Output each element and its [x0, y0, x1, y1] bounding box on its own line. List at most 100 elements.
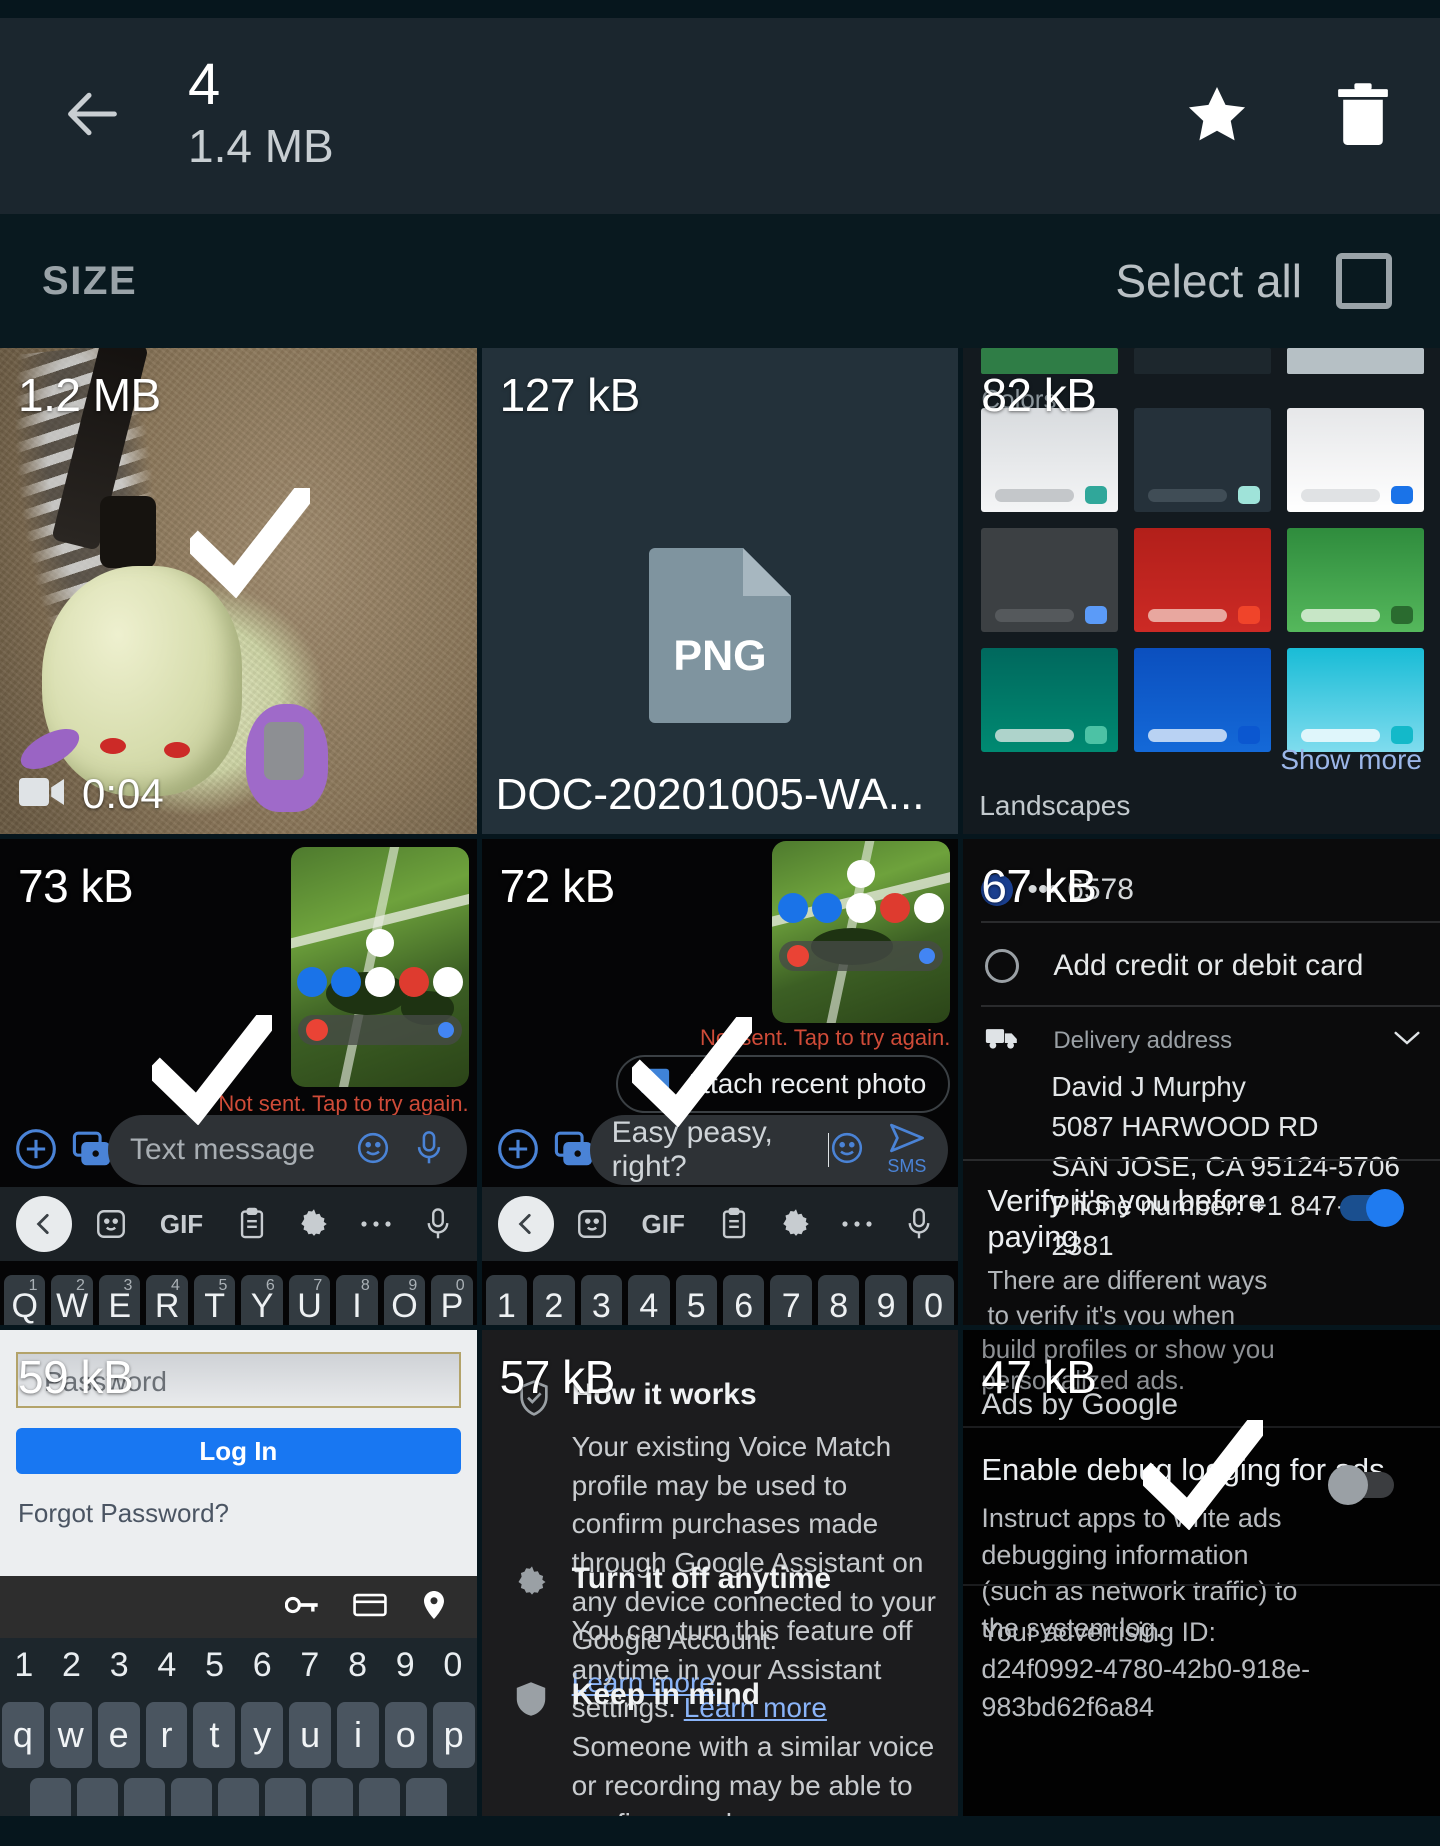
- key[interactable]: 9O: [383, 1275, 426, 1325]
- send-button[interactable]: SMS: [887, 1123, 926, 1177]
- advertising-id-value[interactable]: d24f0992-4780-42b0-918e-983bd62f6a84: [981, 1651, 1424, 1726]
- key[interactable]: 7: [770, 1275, 812, 1325]
- message-compose-field[interactable]: Text message: [108, 1115, 467, 1185]
- verify-setting-row[interactable]: Verify it's you before paying There are …: [987, 1183, 1290, 1325]
- wallpaper-swatch[interactable]: [1287, 528, 1424, 632]
- log-in-button[interactable]: Log In: [16, 1428, 461, 1474]
- microphone-icon[interactable]: [896, 1201, 942, 1247]
- wallpaper-swatch[interactable]: [981, 648, 1119, 752]
- key[interactable]: [264, 1778, 306, 1816]
- grid-tile-voice-match-screenshot[interactable]: 57 kB How it works Your existing Voice M…: [481, 1330, 959, 1816]
- sticker-icon[interactable]: [569, 1201, 615, 1247]
- select-all-checkbox[interactable]: [1336, 253, 1392, 309]
- gear-icon[interactable]: [291, 1201, 337, 1247]
- key[interactable]: 6: [723, 1275, 765, 1325]
- add-card-row[interactable]: Add credit or debit card: [985, 949, 1440, 983]
- key[interactable]: 8: [817, 1275, 860, 1325]
- key[interactable]: [217, 1778, 259, 1816]
- key[interactable]: q: [2, 1702, 44, 1768]
- key[interactable]: 2: [48, 1646, 96, 1685]
- key[interactable]: [30, 1778, 71, 1816]
- key[interactable]: t: [193, 1702, 236, 1768]
- key[interactable]: 7U: [288, 1275, 331, 1325]
- wallpaper-swatch[interactable]: [1287, 408, 1424, 512]
- key[interactable]: 4: [143, 1646, 191, 1685]
- key[interactable]: 5T: [193, 1275, 236, 1325]
- clipboard-icon[interactable]: [229, 1201, 275, 1247]
- clipboard-icon[interactable]: [711, 1201, 757, 1247]
- not-sent-status[interactable]: Not sent. Tap to try again.: [700, 1025, 950, 1051]
- credit-card-icon[interactable]: [352, 1593, 387, 1622]
- key[interactable]: r: [145, 1702, 188, 1768]
- back-button[interactable]: [56, 79, 130, 153]
- gif-button[interactable]: GIF: [631, 1201, 695, 1247]
- key[interactable]: 8I: [336, 1275, 378, 1325]
- gif-button[interactable]: GIF: [150, 1201, 214, 1247]
- gear-icon[interactable]: [773, 1201, 819, 1247]
- key[interactable]: 3E: [98, 1275, 141, 1325]
- key[interactable]: 1: [485, 1275, 528, 1325]
- grid-tile-login-screenshot[interactable]: Password 59 kB Log In Forgot Password? 1…: [0, 1330, 477, 1816]
- key[interactable]: w: [49, 1702, 92, 1768]
- key[interactable]: 0P: [431, 1275, 473, 1325]
- key[interactable]: i: [337, 1702, 379, 1768]
- key[interactable]: y: [241, 1702, 284, 1768]
- location-pin-icon[interactable]: [421, 1590, 447, 1625]
- key-icon[interactable]: [284, 1593, 319, 1622]
- plus-circle-icon[interactable]: [14, 1127, 58, 1171]
- key[interactable]: 4: [628, 1275, 670, 1325]
- grid-tile-document[interactable]: 127 kB PNG DOC-20201005-WA...: [481, 348, 959, 834]
- key[interactable]: 1Q: [4, 1275, 46, 1325]
- key[interactable]: 4R: [146, 1275, 188, 1325]
- wallpaper-swatch[interactable]: [1134, 528, 1272, 632]
- wallpaper-swatch[interactable]: [981, 408, 1119, 512]
- not-sent-status[interactable]: Not sent. Tap to try again.: [218, 1091, 468, 1117]
- grid-tile-ads-screenshot[interactable]: build profiles or show you personalized …: [963, 1330, 1440, 1816]
- key[interactable]: [311, 1778, 353, 1816]
- emoji-icon[interactable]: [355, 1130, 391, 1171]
- key[interactable]: [405, 1778, 447, 1816]
- delivery-address-header[interactable]: Delivery address: [985, 1025, 1422, 1056]
- key[interactable]: e: [97, 1702, 140, 1768]
- grid-tile-wallpaper-screenshot[interactable]: Colors 82 kB Show more Landscapes: [963, 348, 1440, 834]
- message-compose-field[interactable]: Easy peasy, right? SMS: [589, 1115, 949, 1185]
- key[interactable]: 7: [286, 1646, 334, 1685]
- sort-label[interactable]: SIZE: [42, 259, 137, 304]
- wallpaper-swatch[interactable]: [981, 528, 1119, 632]
- wallpaper-swatch[interactable]: [1287, 648, 1424, 752]
- key[interactable]: 3: [580, 1275, 623, 1325]
- radio-icon[interactable]: [985, 949, 1020, 983]
- key[interactable]: 9: [381, 1646, 429, 1685]
- key[interactable]: 6: [238, 1646, 286, 1685]
- microphone-icon[interactable]: [415, 1201, 461, 1247]
- key[interactable]: p: [432, 1702, 475, 1768]
- key[interactable]: 5: [675, 1275, 717, 1325]
- select-all-control[interactable]: Select all: [1115, 253, 1392, 309]
- key[interactable]: o: [384, 1702, 427, 1768]
- key[interactable]: [358, 1778, 400, 1816]
- key[interactable]: [170, 1778, 212, 1816]
- forgot-password-link[interactable]: Forgot Password?: [18, 1498, 229, 1529]
- grid-tile-payments-screenshot[interactable]: ••• 6578 67 kB Add credit or debit card …: [963, 839, 1440, 1325]
- debug-logging-title[interactable]: Enable debug logging for ads: [981, 1452, 1384, 1488]
- key[interactable]: 9: [865, 1275, 907, 1325]
- grid-tile-messaging-empty[interactable]: 73 kB Not sent. Tap to try again. Text m…: [0, 839, 477, 1325]
- key[interactable]: 2: [533, 1275, 575, 1325]
- debug-logging-toggle[interactable]: [1327, 1465, 1394, 1505]
- microphone-icon[interactable]: [413, 1130, 445, 1171]
- show-more-link[interactable]: Show more: [1280, 744, 1422, 776]
- key[interactable]: 1: [0, 1646, 48, 1685]
- emoji-icon[interactable]: [829, 1130, 865, 1171]
- key[interactable]: 0: [429, 1646, 477, 1685]
- key[interactable]: 8: [334, 1646, 382, 1685]
- back-chevron-icon[interactable]: [16, 1196, 72, 1252]
- chevron-down-icon[interactable]: [1392, 1029, 1422, 1052]
- sticker-icon[interactable]: [88, 1201, 134, 1247]
- more-dots-icon[interactable]: [834, 1201, 880, 1247]
- wallpaper-swatch[interactable]: [1134, 408, 1272, 512]
- key[interactable]: 2W: [51, 1275, 93, 1325]
- key[interactable]: 6Y: [241, 1275, 283, 1325]
- key[interactable]: [76, 1778, 118, 1816]
- plus-circle-icon[interactable]: [496, 1127, 540, 1171]
- favorite-button[interactable]: [1182, 81, 1252, 151]
